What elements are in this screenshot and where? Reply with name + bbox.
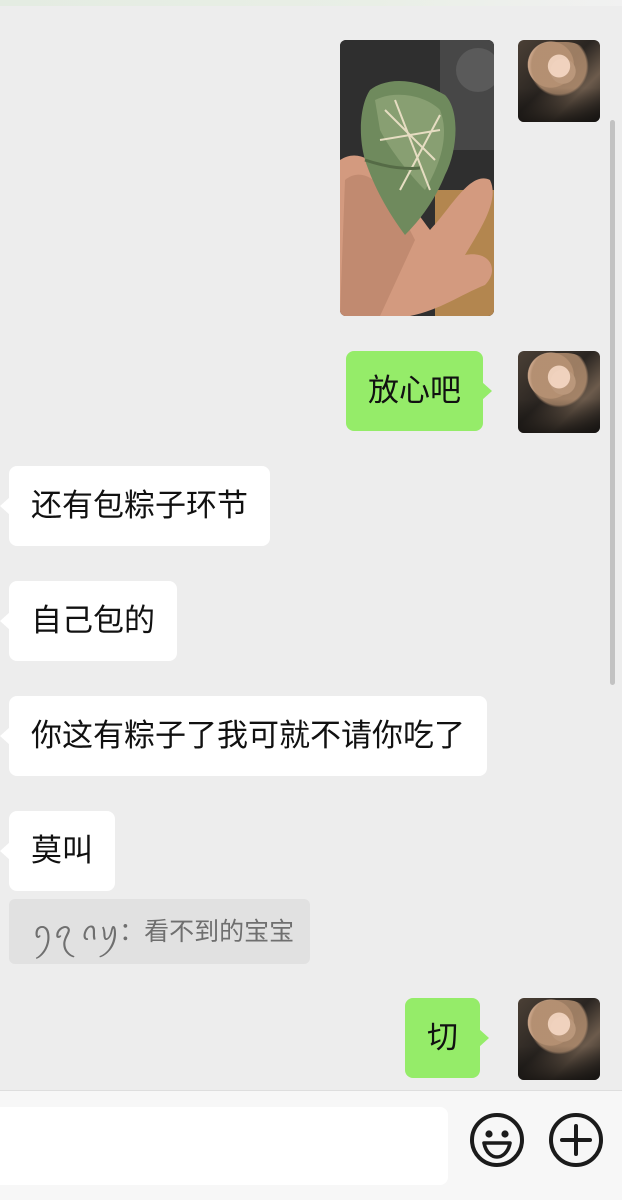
their-message-bubble[interactable]: 你这有粽子了我可就不请你吃了 <box>0 696 487 776</box>
plus-circle-icon[interactable] <box>549 1113 603 1167</box>
my-avatar[interactable] <box>518 998 600 1080</box>
top-strip <box>0 0 622 6</box>
message-input[interactable] <box>0 1107 448 1185</box>
my-avatar[interactable] <box>518 40 600 122</box>
my-avatar[interactable] <box>518 351 600 433</box>
quoted-message[interactable]: ꪆꪖ ꪒꪗ：看不到的宝宝 <box>9 899 310 964</box>
input-bar <box>0 1090 622 1200</box>
my-message-bubble[interactable]: 放心吧 <box>346 351 492 431</box>
quote-author: ꪆꪖ ꪒꪗ <box>33 917 120 946</box>
their-message-bubble[interactable]: 自己包的 <box>0 581 177 661</box>
my-message-bubble[interactable]: 切 <box>405 998 489 1078</box>
scrollbar[interactable] <box>610 120 615 685</box>
quote-text: 看不到的宝宝 <box>144 917 295 946</box>
their-message-bubble[interactable]: 莫叫 <box>0 811 115 891</box>
chat-screen: 放心吧 还有包粽子环节 自己包的 你这有粽子了我可就不请你吃了 莫叫 ꪆꪖ ꪒꪗ… <box>0 0 622 1200</box>
their-message-bubble[interactable]: 还有包粽子环节 <box>0 466 270 546</box>
image-message[interactable] <box>340 40 494 316</box>
zongzi-photo <box>340 40 494 316</box>
emoji-face-icon[interactable] <box>470 1113 524 1167</box>
quote-separator: ： <box>119 917 145 946</box>
